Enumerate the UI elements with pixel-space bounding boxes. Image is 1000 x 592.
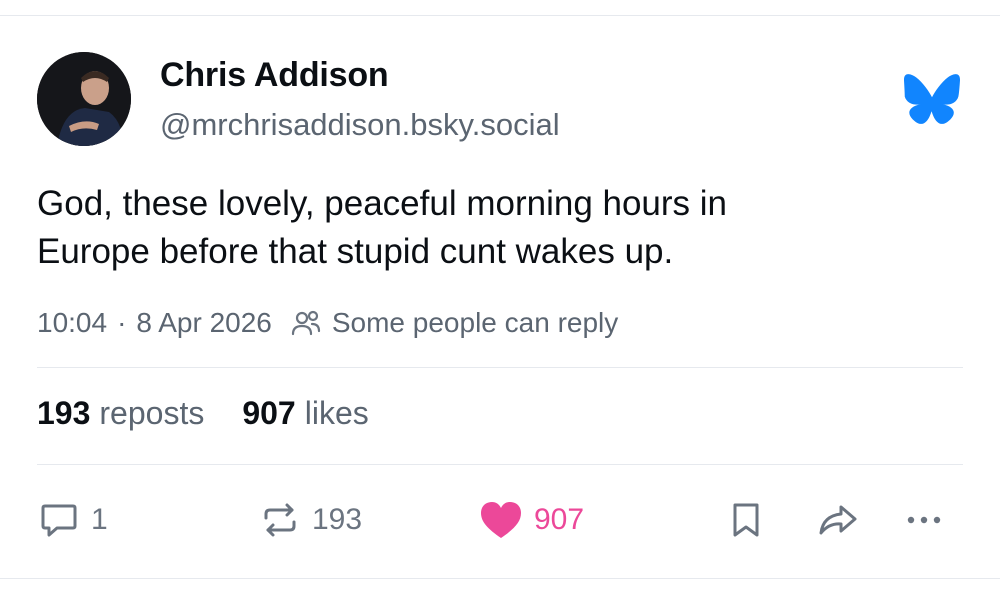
share-icon	[819, 505, 857, 535]
post-meta: 10:04 · 8 Apr 2026 Some people can reply	[37, 305, 618, 341]
meta-separator: ·	[117, 307, 127, 338]
bluesky-butterfly-icon[interactable]	[904, 74, 960, 124]
reposts-label[interactable]: reposts	[99, 395, 204, 432]
bookmark-icon	[733, 503, 759, 537]
heart-icon	[481, 502, 521, 538]
stats-divider-bottom	[37, 464, 963, 465]
avatar-image	[37, 52, 131, 146]
likes-label[interactable]: likes	[305, 395, 369, 432]
post-stats: 193 reposts 907 likes	[37, 395, 407, 432]
top-divider	[0, 15, 1000, 16]
more-icon	[907, 516, 941, 524]
bookmark-button[interactable]	[728, 498, 764, 542]
post-text-line: God, these lovely, peaceful morning hour…	[37, 184, 728, 223]
post-date: 8 Apr 2026	[136, 307, 272, 338]
avatar[interactable]	[37, 52, 131, 146]
reposts-count[interactable]: 193	[37, 395, 90, 432]
more-options-button[interactable]	[902, 498, 946, 542]
reply-count: 1	[91, 503, 108, 536]
reply-button[interactable]: 1	[37, 498, 108, 542]
reply-permission[interactable]: Some people can reply	[332, 307, 618, 339]
stats-divider-top	[37, 367, 963, 368]
author-handle[interactable]: @mrchrisaddison.bsky.social	[160, 107, 560, 143]
likes-count[interactable]: 907	[242, 395, 295, 432]
author-display-name[interactable]: Chris Addison	[160, 56, 389, 95]
like-button[interactable]: 907	[478, 498, 584, 542]
post-text: God, these lovely, peaceful morning hour…	[37, 180, 957, 276]
post-text-line: Europe before that stupid cunt wakes up.	[37, 232, 674, 271]
repost-icon	[264, 503, 296, 537]
repost-count: 193	[312, 503, 363, 536]
share-button[interactable]	[815, 498, 861, 542]
repost-button[interactable]: 193	[258, 498, 362, 542]
bottom-divider	[0, 578, 1000, 579]
post-time: 10:04	[37, 307, 108, 338]
like-count: 907	[534, 503, 585, 536]
reply-icon	[41, 504, 77, 537]
people-icon	[291, 310, 320, 336]
